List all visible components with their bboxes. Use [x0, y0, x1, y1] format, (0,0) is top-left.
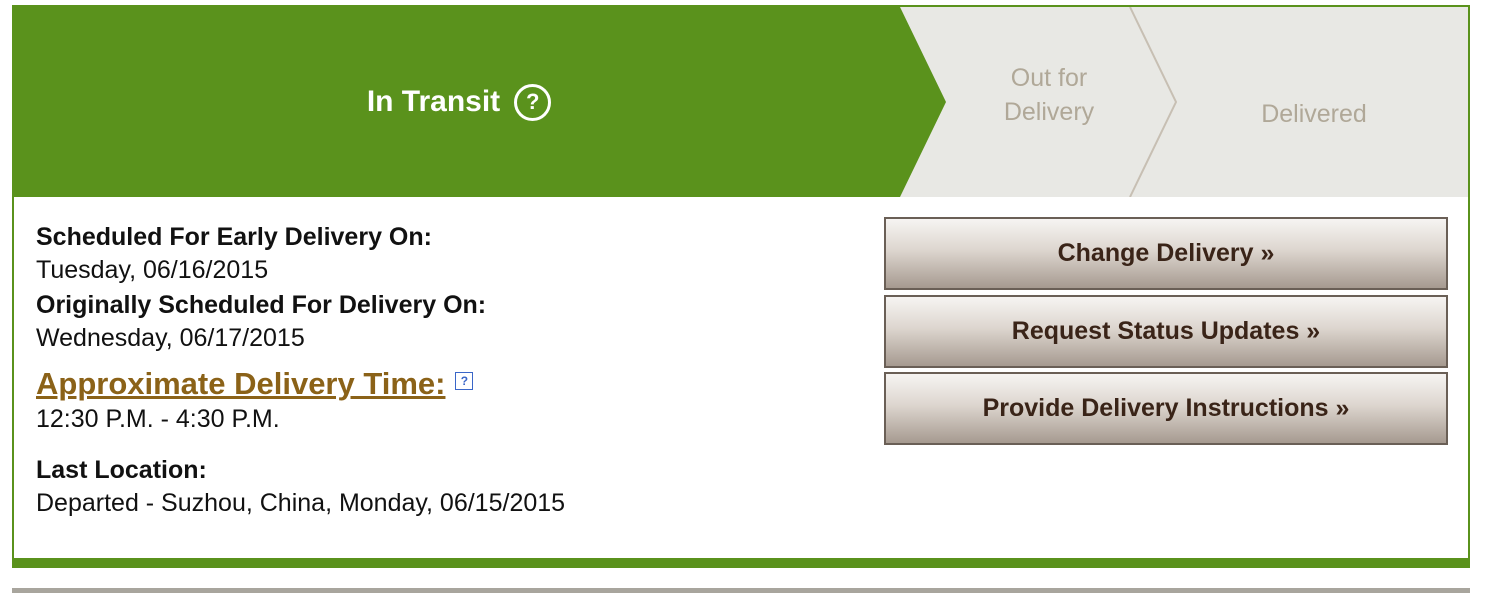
- original-value: Wednesday, 06/17/2015: [36, 324, 305, 352]
- provide-delivery-instructions-button[interactable]: Provide Delivery Instructions »: [884, 372, 1448, 445]
- request-status-updates-button[interactable]: Request Status Updates »: [884, 295, 1448, 368]
- scheduled-value: Tuesday, 06/16/2015: [36, 256, 269, 284]
- approx-time-link[interactable]: Approximate Delivery Time:: [36, 365, 445, 403]
- location-label: Last Location:: [36, 456, 207, 484]
- step-out-for-delivery-line1: Out for: [1010, 64, 1088, 92]
- small-help-icon[interactable]: ?: [455, 372, 474, 390]
- scheduled-label: Scheduled For Early Delivery On:: [36, 223, 432, 251]
- original-label: Originally Scheduled For Delivery On:: [36, 291, 487, 319]
- approx-time-value: 12:30 P.M. - 4:30 P.M.: [36, 405, 280, 433]
- step-out-for-delivery-line2: Delivery: [1003, 98, 1095, 126]
- tracking-panel: In Transit ? Out for Delivery Delivered …: [12, 5, 1470, 568]
- step-in-transit-label: In Transit: [366, 85, 501, 118]
- step-out-for-delivery: Out for Delivery: [974, 0, 1124, 190]
- approx-time-row: Approximate Delivery Time: ?: [36, 365, 876, 403]
- progress-bar: In Transit ? Out for Delivery Delivered: [14, 7, 1468, 197]
- location-value: Departed - Suzhou, China, Monday, 06/15/…: [36, 489, 566, 517]
- divider-line: [12, 588, 1470, 593]
- step-delivered: Delivered: [1194, 7, 1434, 197]
- help-icon[interactable]: ?: [514, 83, 552, 121]
- change-delivery-button[interactable]: Change Delivery »: [884, 217, 1448, 290]
- step-divider-chevron: [1129, 7, 1178, 197]
- step-in-transit: In Transit ?: [14, 7, 904, 197]
- delivery-details: Scheduled For Early Delivery On: Tuesday…: [36, 221, 876, 520]
- step-delivered-label: Delivered: [1261, 100, 1367, 128]
